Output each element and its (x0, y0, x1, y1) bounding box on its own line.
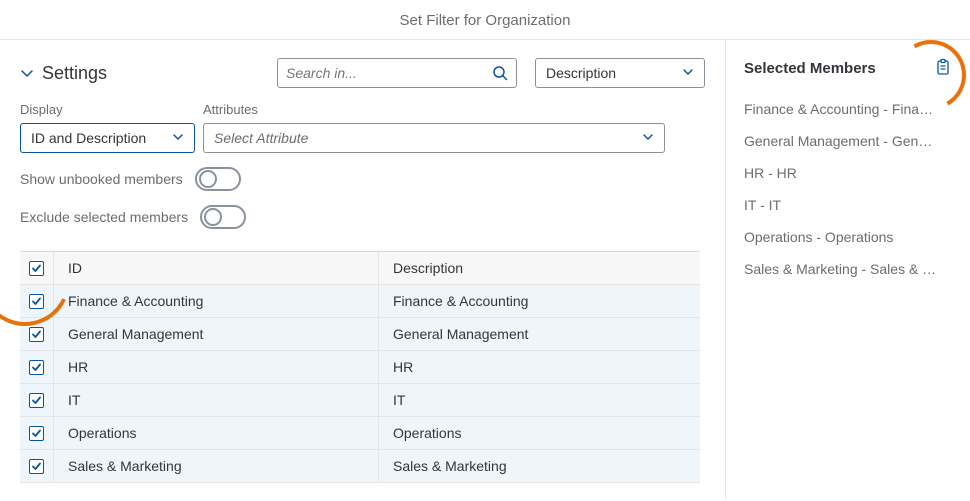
exclude-selected-label: Exclude selected members (20, 209, 188, 225)
table-row[interactable]: ITIT (20, 384, 700, 417)
chevron-down-icon (642, 130, 654, 146)
search-input-wrap[interactable] (277, 58, 517, 88)
cell-id: HR (54, 351, 379, 383)
table-row[interactable]: Finance & AccountingFinance & Accounting (20, 285, 700, 318)
row-checkbox[interactable] (29, 393, 44, 408)
cell-id: General Management (54, 318, 379, 350)
table-row[interactable]: HRHR (20, 351, 700, 384)
display-select[interactable]: ID and Description (20, 123, 195, 153)
settings-toggle[interactable]: Settings (20, 63, 107, 84)
selected-members-title: Selected Members (744, 60, 876, 77)
column-header-description[interactable]: Description (379, 252, 700, 284)
clipboard-icon[interactable] (934, 58, 952, 79)
row-checkbox[interactable] (29, 360, 44, 375)
display-label: Display (20, 102, 195, 117)
show-unbooked-label: Show unbooked members (20, 171, 183, 187)
selected-member-item[interactable]: HR - HR (744, 157, 952, 189)
view-mode-select[interactable]: Description (535, 58, 705, 88)
row-checkbox[interactable] (29, 294, 44, 309)
display-value: ID and Description (31, 130, 146, 146)
cell-id: Finance & Accounting (54, 285, 379, 317)
attributes-select[interactable]: Select Attribute (203, 123, 665, 153)
selected-member-item[interactable]: General Management - Gen… (744, 125, 952, 157)
chevron-down-icon (20, 66, 34, 80)
row-checkbox[interactable] (29, 327, 44, 342)
search-icon[interactable] (492, 65, 508, 81)
settings-label: Settings (42, 63, 107, 84)
chevron-down-icon (682, 65, 694, 81)
cell-id: Operations (54, 417, 379, 449)
selected-member-item[interactable]: Sales & Marketing - Sales & … (744, 253, 952, 285)
show-unbooked-toggle[interactable] (195, 167, 241, 191)
search-input[interactable] (286, 65, 492, 81)
cell-id: Sales & Marketing (54, 450, 379, 482)
view-mode-value: Description (546, 65, 616, 81)
table-row[interactable]: General ManagementGeneral Management (20, 318, 700, 351)
members-table: ID Description Finance & AccountingFinan… (20, 251, 700, 483)
cell-description: Sales & Marketing (379, 450, 700, 482)
cell-description: IT (379, 384, 700, 416)
attributes-placeholder: Select Attribute (214, 130, 308, 146)
cell-description: General Management (379, 318, 700, 350)
table-row[interactable]: Sales & MarketingSales & Marketing (20, 450, 700, 483)
column-header-id[interactable]: ID (54, 252, 379, 284)
cell-description: HR (379, 351, 700, 383)
cell-id: IT (54, 384, 379, 416)
cell-description: Operations (379, 417, 700, 449)
exclude-selected-toggle[interactable] (200, 205, 246, 229)
cell-description: Finance & Accounting (379, 285, 700, 317)
dialog-title: Set Filter for Organization (0, 0, 970, 40)
attributes-label: Attributes (203, 102, 665, 117)
row-checkbox[interactable] (29, 426, 44, 441)
row-checkbox[interactable] (29, 459, 44, 474)
table-row[interactable]: OperationsOperations (20, 417, 700, 450)
selected-member-item[interactable]: Finance & Accounting - Fina… (744, 93, 952, 125)
chevron-down-icon (172, 130, 184, 146)
select-all-checkbox[interactable] (29, 261, 44, 276)
selected-member-item[interactable]: IT - IT (744, 189, 952, 221)
selected-member-item[interactable]: Operations - Operations (744, 221, 952, 253)
